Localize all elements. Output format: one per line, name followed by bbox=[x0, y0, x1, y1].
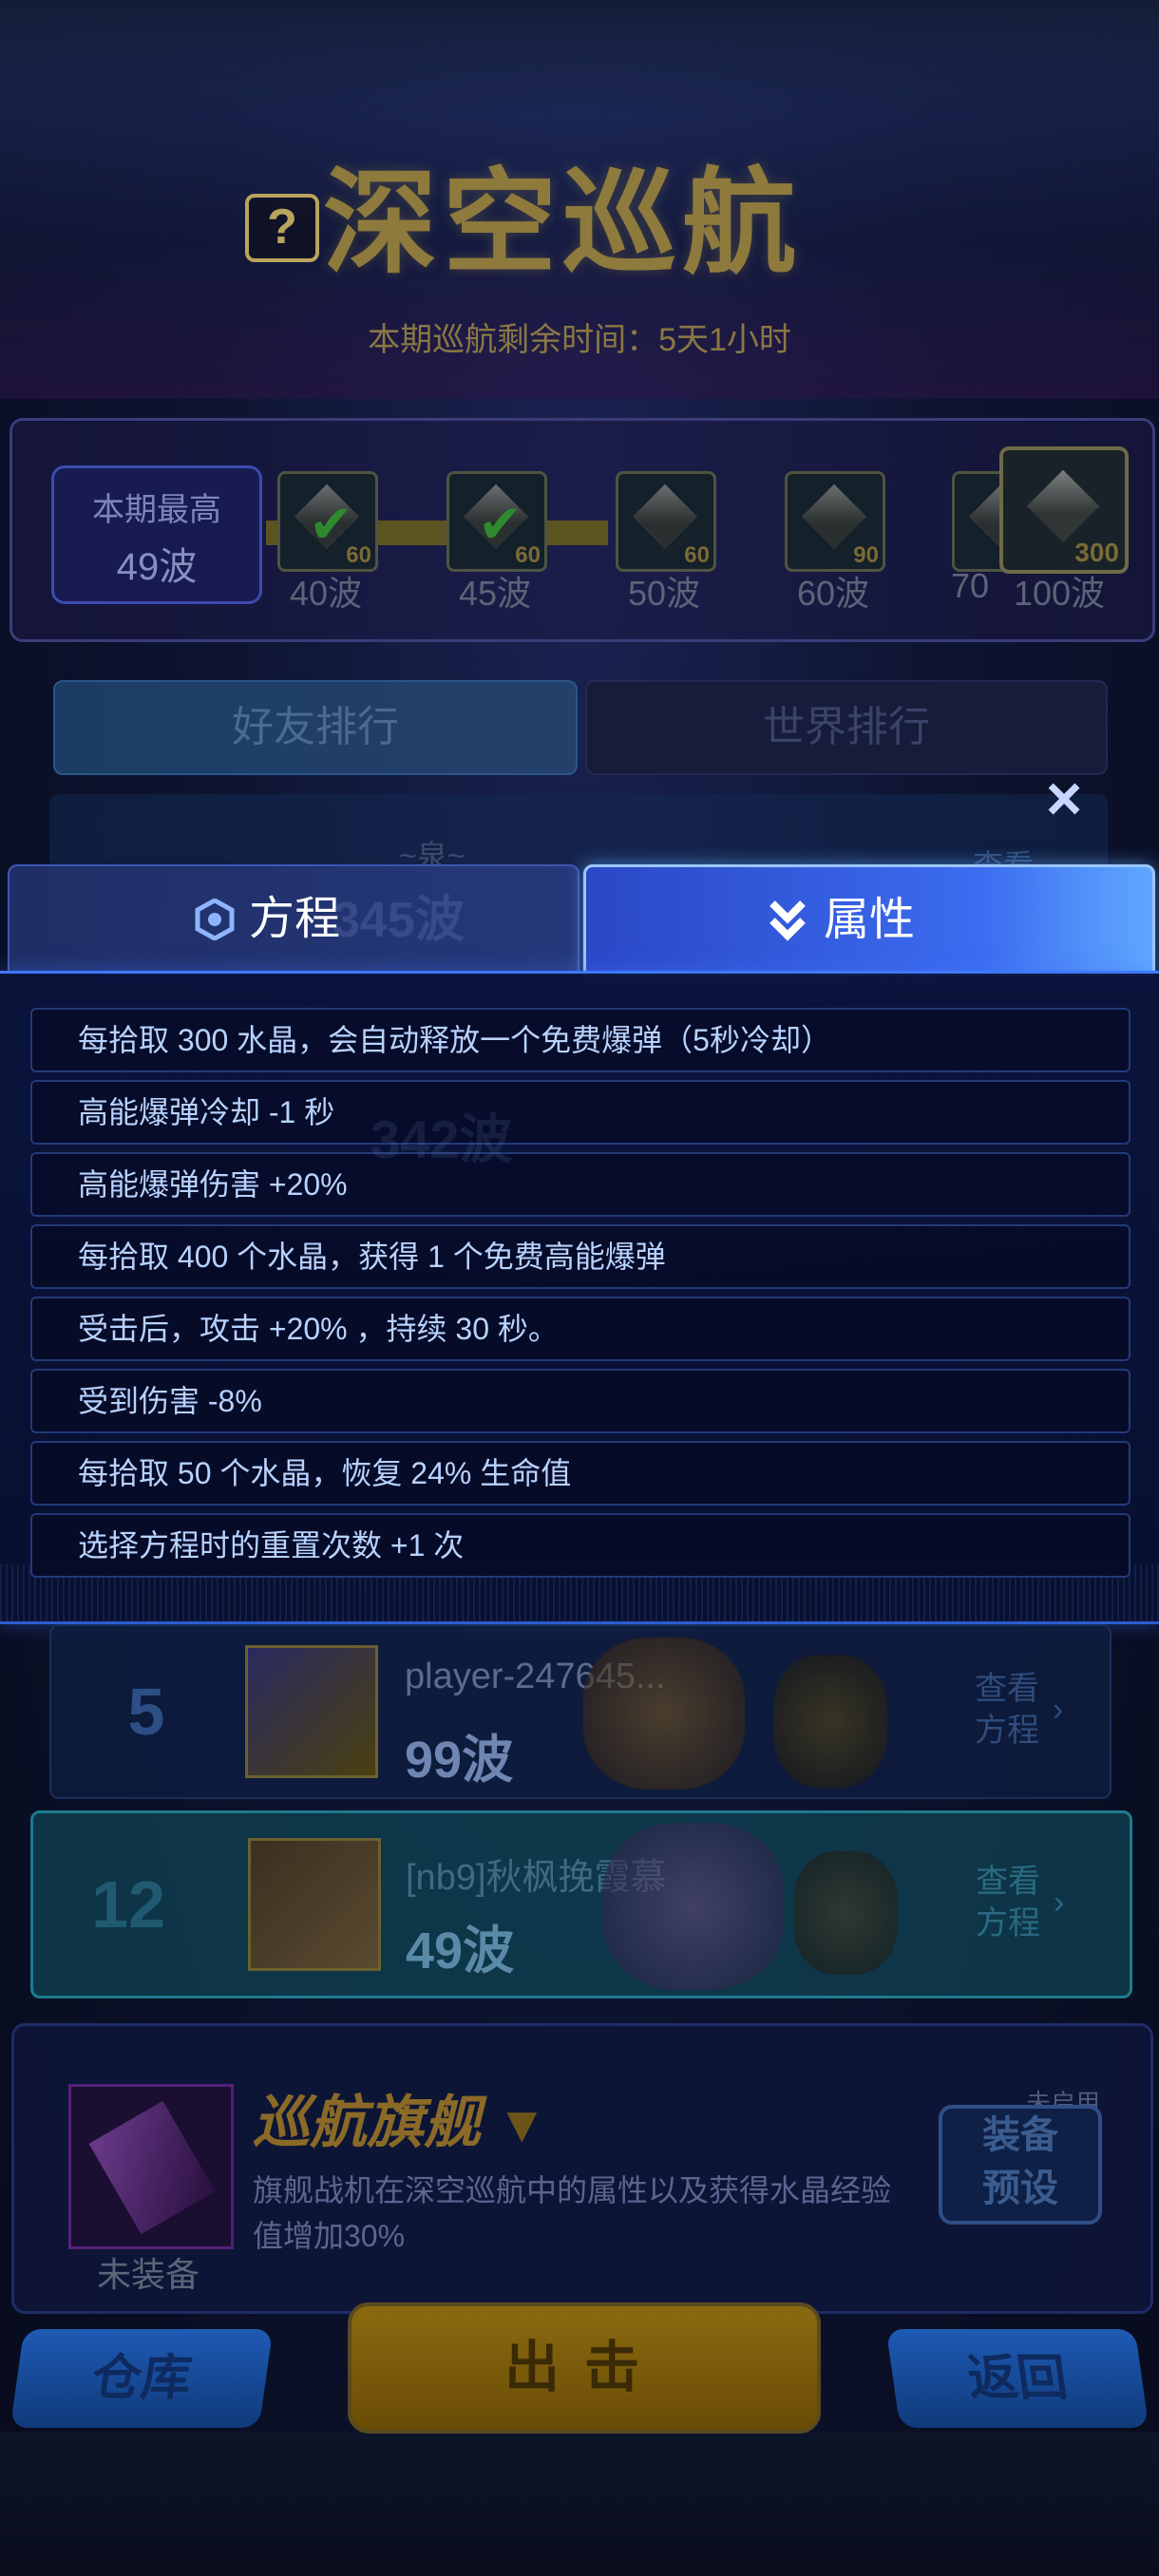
mecha-portrait bbox=[793, 1851, 898, 1975]
milestone-label: 40波 bbox=[289, 574, 363, 613]
bottom-frame bbox=[0, 2432, 1159, 2576]
view-label: 查看 bbox=[976, 1864, 1040, 1900]
tab-formula[interactable]: 方程 345波 bbox=[8, 864, 580, 975]
flagship-status: 未装备 bbox=[96, 2255, 200, 2294]
behind-waves: 345波 bbox=[332, 893, 465, 948]
chevron-right-icon: › bbox=[1053, 1692, 1064, 1728]
milestone-reward[interactable]: 300 bbox=[999, 446, 1129, 574]
ship-icon bbox=[88, 2100, 216, 2235]
flagship-title: 巡航旗舰 ▼ bbox=[253, 2076, 547, 2159]
attribute-row: 高能爆弹冷却 -1 秒 bbox=[30, 1080, 1130, 1145]
reward-amount: 60 bbox=[346, 542, 371, 568]
pilot-portrait bbox=[603, 1823, 784, 1990]
attribute-row: 每拾取 300 水晶，会自动释放一个免费爆弹（5秒冷却） bbox=[30, 1008, 1130, 1072]
milestone-reward[interactable]: 60 bbox=[616, 471, 716, 572]
attribute-row: 高能爆弹伤害 +20% bbox=[30, 1152, 1130, 1217]
attribute-row: 每拾取 50 个水晶，恢复 24% 生命值 bbox=[30, 1441, 1130, 1506]
attack-button[interactable]: 出击 bbox=[348, 2302, 821, 2434]
attribute-row: 选择方程时的重置次数 +1 次 bbox=[30, 1513, 1130, 1578]
player-avatar bbox=[248, 1838, 381, 1971]
crystal-icon bbox=[1026, 469, 1100, 543]
crystal-icon bbox=[632, 483, 698, 550]
remaining-time: 本期巡航剩余时间：5天1小时 bbox=[368, 322, 791, 358]
attribute-text: 每拾取 50 个水晶，恢复 24% 生命值 bbox=[78, 1456, 572, 1490]
attribute-text: 高能爆弹伤害 +20% bbox=[78, 1167, 348, 1202]
best-wave-value: 49波 bbox=[116, 546, 198, 588]
attribute-text: 每拾取 400 个水晶，获得 1 个免费高能爆弹 bbox=[78, 1240, 666, 1274]
pilot-portrait bbox=[583, 1638, 745, 1790]
attributes-panel: 每拾取 300 水晶，会自动释放一个免费爆弹（5秒冷却） 高能爆弹冷却 -1 秒… bbox=[0, 971, 1159, 1624]
mecha-portrait bbox=[773, 1655, 887, 1788]
chevron-down-icon bbox=[770, 900, 806, 941]
player-waves: 49波 bbox=[406, 1923, 515, 1979]
behind-waves: 342波 bbox=[370, 1109, 513, 1169]
reward-amount: 300 bbox=[1074, 538, 1119, 567]
crystal-icon bbox=[801, 483, 867, 550]
equip-label: 装备 bbox=[982, 2114, 1058, 2156]
equip-preset-button[interactable]: 装备 预设 bbox=[939, 2105, 1102, 2225]
view-label-2: 方程 bbox=[976, 1905, 1040, 1941]
wings-icon: ▼ bbox=[496, 2096, 548, 2153]
preset-label: 预设 bbox=[982, 2168, 1058, 2209]
warehouse-button[interactable]: 仓库 bbox=[10, 2329, 274, 2428]
best-wave-box: 本期最高 49波 bbox=[51, 465, 262, 604]
attribute-row: 受击后，攻击 +20% ，持续 30 秒。 bbox=[30, 1297, 1130, 1361]
reward-amount: 60 bbox=[515, 542, 541, 568]
view-formula-link[interactable]: 查看 方程 bbox=[976, 1861, 1040, 1944]
tab-world-ranking[interactable]: 世界排行 bbox=[585, 680, 1108, 775]
attribute-row: 每拾取 400 个水晶，获得 1 个免费高能爆弹 bbox=[30, 1224, 1130, 1289]
reward-amount: 90 bbox=[853, 542, 879, 568]
rank-number: 5 bbox=[127, 1675, 165, 1749]
ranking-row[interactable]: 5 player-247645... 99波 查看 方程 › bbox=[49, 1624, 1112, 1799]
back-button[interactable]: 返回 bbox=[885, 2329, 1150, 2428]
help-button[interactable]: ? bbox=[245, 194, 319, 262]
page-title: 深空巡航 bbox=[323, 160, 802, 287]
attribute-text: 受到伤害 -8% bbox=[78, 1384, 262, 1418]
hexagon-icon bbox=[195, 899, 235, 940]
attribute-text: 选择方程时的重置次数 +1 次 bbox=[78, 1528, 465, 1563]
milestone-label: 45波 bbox=[458, 574, 532, 613]
attribute-row: 受到伤害 -8% bbox=[30, 1369, 1130, 1433]
tab-formula-label: 方程 bbox=[249, 894, 341, 944]
milestone-label: 100波 bbox=[1013, 574, 1106, 613]
flagship-title-text: 巡航旗舰 bbox=[253, 2091, 481, 2154]
view-label: 查看 bbox=[975, 1671, 1039, 1707]
milestone-reward[interactable]: 90 bbox=[785, 471, 885, 572]
ship-avatar bbox=[245, 1645, 378, 1778]
attribute-text: 每拾取 300 水晶，会自动释放一个免费爆弹（5秒冷却） bbox=[78, 1023, 831, 1057]
tab-friends-ranking[interactable]: 好友排行 bbox=[53, 680, 578, 775]
rank-number: 12 bbox=[91, 1867, 165, 1941]
close-icon[interactable]: × bbox=[1037, 767, 1091, 829]
view-label-2: 方程 bbox=[975, 1713, 1039, 1749]
chevron-right-icon: › bbox=[1054, 1885, 1065, 1921]
reward-amount: 60 bbox=[684, 542, 710, 568]
milestone-label: 50波 bbox=[627, 574, 701, 613]
best-wave-label: 本期最高 bbox=[92, 492, 221, 528]
view-formula-link[interactable]: 查看 方程 bbox=[975, 1668, 1039, 1752]
attribute-text: 受击后，攻击 +20% ，持续 30 秒。 bbox=[78, 1312, 559, 1346]
milestone-reward[interactable]: ✔ 60 bbox=[277, 471, 378, 572]
player-waves: 99波 bbox=[405, 1732, 514, 1789]
attribute-text: 高能爆弹冷却 -1 秒 bbox=[78, 1095, 335, 1129]
flagship-avatar[interactable] bbox=[68, 2084, 234, 2249]
milestone-label: 60波 bbox=[796, 574, 870, 613]
milestone-reward[interactable]: ✔ 60 bbox=[446, 471, 547, 572]
tab-attributes[interactable]: 属性 bbox=[583, 864, 1155, 976]
flagship-description: 旗舰战机在深空巡航中的属性以及获得水晶经验值增加30% bbox=[253, 2173, 892, 2253]
ranking-row-self[interactable]: 12 [nb9]秋枫挽霞慕 49波 查看 方程 › bbox=[30, 1810, 1132, 1998]
tab-attributes-label: 属性 bbox=[824, 895, 916, 945]
